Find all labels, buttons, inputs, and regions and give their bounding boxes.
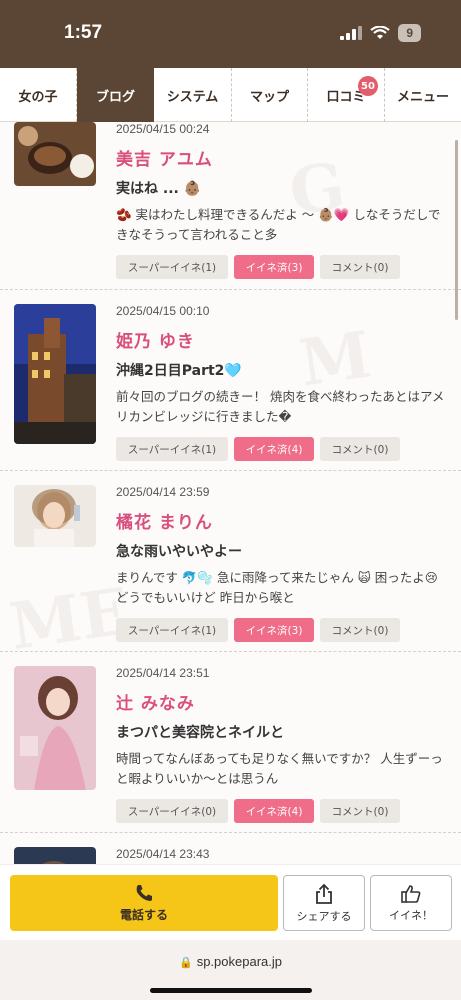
- liked-button[interactable]: イイネ済(3): [234, 618, 314, 642]
- post-title[interactable]: まつパと美容院とネイルと: [116, 722, 449, 742]
- tab-label: システム: [166, 89, 219, 105]
- call-button[interactable]: 電話する: [10, 875, 278, 931]
- post-thumbnail[interactable]: [14, 122, 96, 186]
- reviews-count-badge: 50: [358, 76, 378, 96]
- comment-button[interactable]: コメント(0): [320, 437, 400, 461]
- tab-system[interactable]: システム: [154, 68, 232, 122]
- thumbs-up-icon: [401, 884, 421, 903]
- battery-indicator: 9: [398, 24, 421, 42]
- cast-name[interactable]: 橘花 まりん: [116, 508, 449, 533]
- home-indicator[interactable]: [150, 988, 312, 993]
- post-actions: スーパーイイネ(0) イイネ済(4) コメント(0): [116, 799, 449, 823]
- post-date: 2025/04/14 23:59: [116, 485, 210, 499]
- blog-post[interactable]: 2025/04/14 23:43: [0, 833, 461, 864]
- url-display[interactable]: 🔒 sp.pokepara.jp: [0, 954, 461, 969]
- tab-girls[interactable]: 女の子: [0, 68, 77, 122]
- comment-button[interactable]: コメント(0): [320, 255, 400, 279]
- post-title[interactable]: 急な雨いやいやよー: [116, 541, 449, 561]
- blog-post[interactable]: 2025/04/15 00:24 美吉 アユム 実はね ... 👶🏽 🫘 実はわ…: [0, 122, 461, 290]
- super-like-button[interactable]: スーパーイイネ(1): [116, 618, 228, 642]
- bottom-action-bar: 電話する シェアする イイネ！: [0, 864, 461, 940]
- tab-label: 女の子: [18, 89, 58, 105]
- blog-post[interactable]: 2025/04/14 23:51 辻 みなみ まつパと美容院とネイルと 時間って…: [0, 652, 461, 833]
- liked-button[interactable]: イイネ済(3): [234, 255, 314, 279]
- tab-label: マップ: [249, 89, 289, 105]
- call-label: 電話する: [119, 908, 168, 922]
- status-icons: 9: [340, 24, 421, 42]
- signal-icon: [340, 26, 363, 40]
- tab-blog[interactable]: ブログ: [77, 68, 154, 122]
- post-meta: 2025/04/15 00:10 姫乃 ゆき 沖縄2日目Part2🩵 前々回のブ…: [116, 304, 449, 461]
- tab-label: ブログ: [95, 89, 135, 105]
- super-like-button[interactable]: スーパーイイネ(0): [116, 799, 228, 823]
- status-bar: 1:57 9: [0, 0, 461, 68]
- blog-post[interactable]: 2025/04/14 23:59 橘花 まりん 急な雨いやいやよー まりんです …: [0, 471, 461, 652]
- tab-menu[interactable]: メニュー: [385, 68, 461, 122]
- post-actions: スーパーイイネ(1) イイネ済(4) コメント(0): [116, 437, 449, 461]
- liked-button[interactable]: イイネ済(4): [234, 437, 314, 461]
- post-excerpt: 🫘 実はわたし料理できるんだよ ～ 👶🏽💗 しなそうだしできなそうって言われるこ…: [116, 207, 441, 242]
- cast-name[interactable]: 美吉 アユム: [116, 145, 449, 170]
- post-excerpt: 前々回のブログの続きー！ 焼肉を食べ終わったあとはアメリカンビレッジに行きました…: [116, 389, 445, 424]
- post-meta: 2025/04/14 23:43: [116, 847, 449, 861]
- post-date: 2025/04/15 00:10: [116, 304, 210, 318]
- like-button[interactable]: イイネ！: [370, 875, 452, 931]
- super-like-button[interactable]: スーパーイイネ(1): [116, 437, 228, 461]
- post-meta: 2025/04/15 00:24 美吉 アユム 実はね ... 👶🏽 🫘 実はわ…: [116, 122, 449, 279]
- share-button[interactable]: シェアする: [283, 875, 365, 931]
- post-thumbnail[interactable]: [14, 304, 96, 444]
- share-icon: [316, 883, 332, 904]
- cast-name[interactable]: 姫乃 ゆき: [116, 327, 449, 352]
- tab-map[interactable]: マップ: [232, 68, 308, 122]
- url-text: sp.pokepara.jp: [196, 954, 282, 969]
- post-meta: 2025/04/14 23:51 辻 みなみ まつパと美容院とネイルと 時間って…: [116, 666, 449, 823]
- post-excerpt: 時間ってなんぼあっても足りなく無いですか？ 人生ずーっと暇よりいいか～とは思うん: [116, 751, 443, 786]
- post-title[interactable]: 実はね ... 👶🏽: [116, 178, 449, 198]
- phone-icon: [136, 885, 152, 901]
- post-date: 2025/04/15 00:24: [116, 122, 210, 136]
- blog-list[interactable]: G M ME 2025/04/15 00:24 美吉 アユム 実はね ... 👶…: [0, 122, 461, 864]
- nav-tabs: 女の子 ブログ システム マップ 口コミ 50 メニュー: [0, 68, 461, 122]
- post-actions: スーパーイイネ(1) イイネ済(3) コメント(0): [116, 255, 449, 279]
- post-meta: 2025/04/14 23:59 橘花 まりん 急な雨いやいやよー まりんです …: [116, 485, 449, 642]
- post-date: 2025/04/14 23:43: [116, 847, 210, 861]
- cast-name[interactable]: 辻 みなみ: [116, 689, 449, 714]
- wifi-icon: [370, 26, 390, 39]
- post-date: 2025/04/14 23:51: [116, 666, 210, 680]
- blog-post[interactable]: 2025/04/15 00:10 姫乃 ゆき 沖縄2日目Part2🩵 前々回のブ…: [0, 290, 461, 471]
- share-label: シェアする: [296, 909, 352, 923]
- post-thumbnail[interactable]: [14, 847, 96, 864]
- like-label: イイネ！: [389, 908, 433, 922]
- post-actions: スーパーイイネ(1) イイネ済(3) コメント(0): [116, 618, 449, 642]
- comment-button[interactable]: コメント(0): [320, 618, 400, 642]
- post-thumbnail[interactable]: [14, 666, 96, 790]
- scrollbar[interactable]: [455, 140, 458, 320]
- tab-label: メニュー: [396, 89, 449, 105]
- browser-url-bar[interactable]: 🔒 sp.pokepara.jp: [0, 940, 461, 1000]
- post-excerpt: まりんです 🐬🫧 急に雨降って来たじゃん 🙀 困ったよ😢 どうでもいいけど 昨日…: [116, 570, 438, 605]
- status-time: 1:57: [64, 22, 103, 43]
- comment-button[interactable]: コメント(0): [320, 799, 400, 823]
- tab-reviews[interactable]: 口コミ 50: [308, 68, 385, 122]
- liked-button[interactable]: イイネ済(4): [234, 799, 314, 823]
- post-thumbnail[interactable]: [14, 485, 96, 547]
- lock-icon: 🔒: [179, 957, 193, 969]
- super-like-button[interactable]: スーパーイイネ(1): [116, 255, 228, 279]
- post-title[interactable]: 沖縄2日目Part2🩵: [116, 360, 449, 380]
